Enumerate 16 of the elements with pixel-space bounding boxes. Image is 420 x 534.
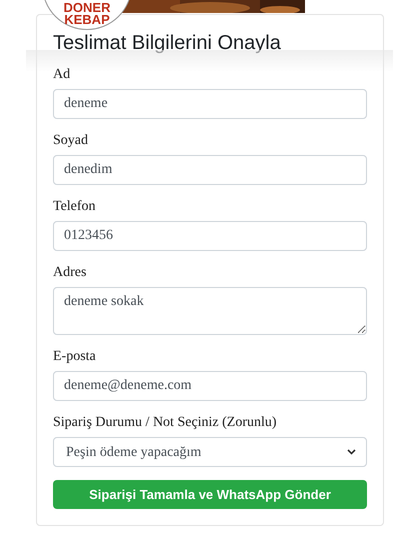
- logo-text: KEBAP: [64, 14, 110, 26]
- field-label: Sipariş Durumu / Not Seçiniz (Zorunlu): [53, 414, 277, 432]
- field-label: E-posta: [53, 348, 96, 366]
- text-field[interactable]: denedim: [53, 155, 367, 185]
- text-field[interactable]: deneme@deneme.com: [53, 371, 367, 401]
- field-label: Ad: [53, 66, 70, 84]
- address-field[interactable]: deneme sokak: [53, 287, 367, 335]
- logo-text: DONER: [64, 2, 110, 14]
- field-label: Telefon: [53, 198, 96, 216]
- text-field[interactable]: deneme: [53, 89, 367, 119]
- form-title: Teslimat Bilgilerini Onayla: [53, 31, 281, 55]
- text-field[interactable]: 0123456: [53, 221, 367, 251]
- field-label: Adres: [53, 264, 86, 282]
- select-field[interactable]: Peşin ödeme yapacağım: [53, 437, 367, 467]
- chevron-icon: [347, 449, 356, 455]
- field-label: Soyad: [53, 132, 88, 150]
